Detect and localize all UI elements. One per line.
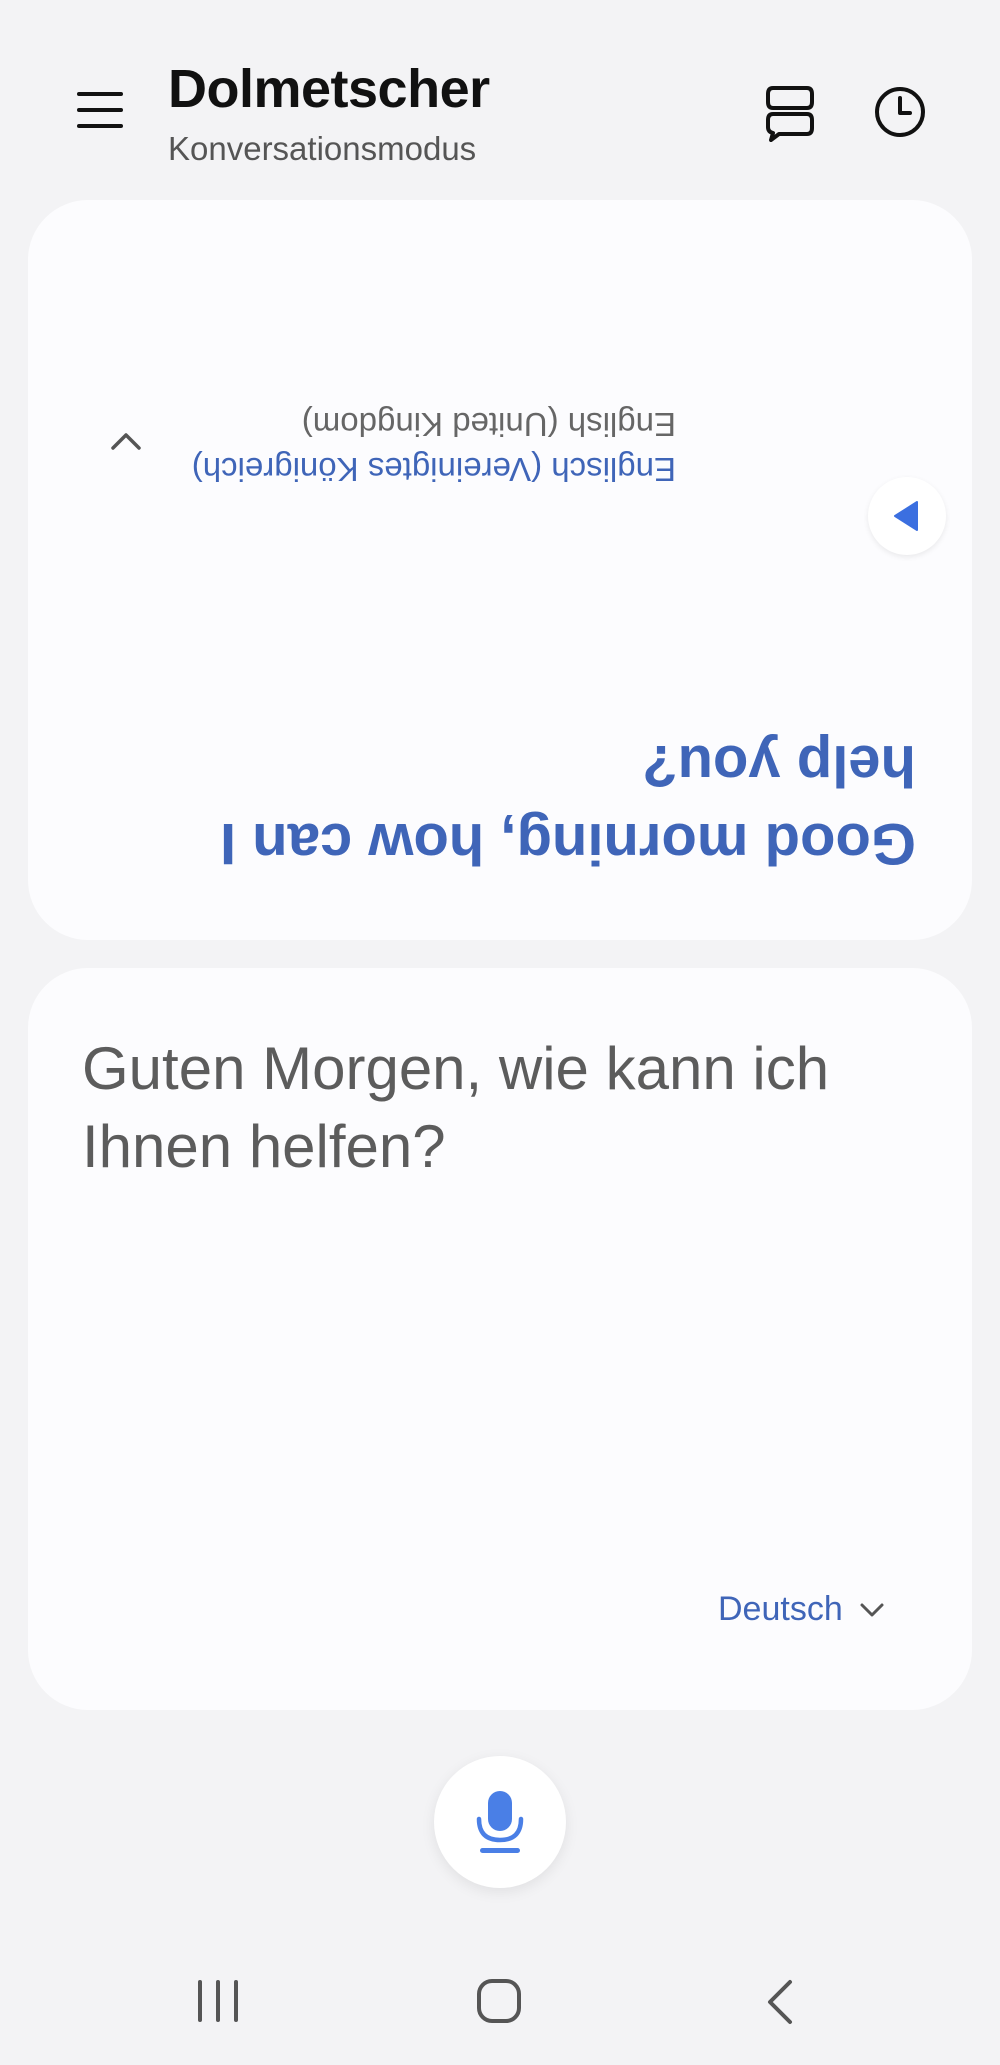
home-icon[interactable] [476, 1978, 522, 2024]
split-view-button[interactable] [762, 82, 818, 144]
play-speaker-icon [894, 501, 918, 531]
chevron-down-icon [860, 1603, 884, 1616]
clock-history-icon [875, 87, 925, 137]
source-card: Guten Morgen, wie kann ich Ihnen helfen?… [28, 968, 972, 1710]
source-language-label: Deutsch [718, 1590, 843, 1628]
hamburger-menu-icon [77, 92, 123, 128]
target-language-label[interactable]: Englisch (Vereinigtes Königreich) [192, 450, 676, 488]
app-header: Dolmetscher Konversationsmodus [0, 0, 1000, 190]
target-language-native-label: English (United Kingdom) [301, 406, 676, 443]
menu-button[interactable] [70, 80, 130, 140]
page-title: Dolmetscher [168, 59, 490, 119]
page-subtitle: Konversationsmodus [168, 130, 477, 167]
microphone-icon [476, 1791, 524, 1853]
history-button[interactable] [872, 84, 928, 140]
chevron-down-icon[interactable] [108, 429, 144, 453]
system-nav-bar [0, 1960, 1000, 2040]
recent-apps-icon[interactable] [196, 1978, 240, 2024]
microphone-button[interactable] [434, 1756, 566, 1888]
source-language-select[interactable]: Deutsch [718, 1590, 885, 1629]
translation-card: Good morning, how can I help you? Englis… [28, 200, 972, 940]
translation-text: Good morning, how can I help you? [220, 733, 916, 876]
split-screen-icon [766, 86, 814, 142]
back-icon[interactable] [764, 1978, 794, 2026]
source-text: Guten Morgen, wie kann ich Ihnen helfen? [82, 1035, 830, 1180]
flipped-content: Good morning, how can I help you? Englis… [28, 200, 972, 940]
speak-translation-button[interactable] [868, 477, 946, 555]
